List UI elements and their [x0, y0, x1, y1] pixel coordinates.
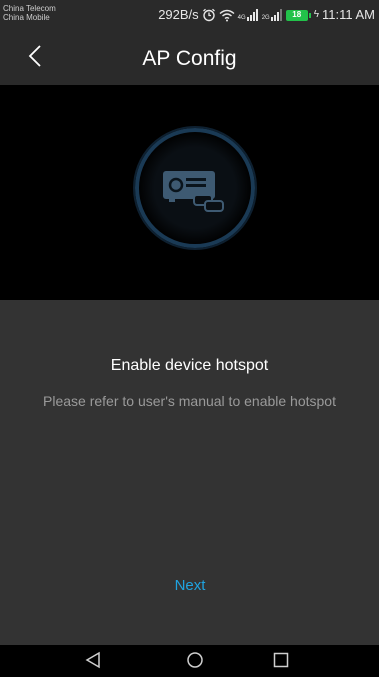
battery-level: 18 [292, 10, 302, 19]
nav-recents-button[interactable] [272, 651, 296, 671]
system-nav-bar [0, 645, 379, 677]
signal-2-label: 2G [261, 15, 270, 21]
home-circle-icon [186, 651, 210, 669]
carrier-1: China Telecom [3, 4, 56, 13]
carrier-2: China Mobile [3, 13, 50, 22]
next-button[interactable]: Next [140, 576, 240, 596]
signal-icon: 2G [262, 9, 283, 21]
instructions-panel: Enable device hotspot Please refer to us… [0, 300, 379, 645]
back-triangle-icon [84, 651, 108, 669]
recents-square-icon [272, 651, 296, 669]
signal-1-label: 4G [237, 15, 246, 21]
ap-config-screen: China Telecom China Mobile 292B/s 4G 2G … [0, 0, 379, 677]
app-header: AP Config [0, 33, 379, 85]
hero-panel [0, 85, 379, 300]
nav-back-button[interactable] [84, 651, 108, 671]
device-hotspot-icon [133, 126, 257, 250]
instruction-heading: Enable device hotspot [110, 357, 269, 374]
charging-icon: ϟ [313, 9, 319, 20]
nav-home-button[interactable] [186, 651, 210, 671]
signal-icon: 4G [238, 9, 259, 21]
battery-icon: 18 [285, 9, 311, 21]
wifi-icon [219, 9, 235, 22]
alarm-icon [202, 8, 216, 22]
clock: 11:11 AM [322, 7, 375, 22]
instruction-description: Please refer to user's manual to enable … [43, 393, 336, 409]
page-title: AP Config [142, 47, 237, 70]
carrier-info: China Telecom China Mobile [3, 4, 56, 22]
status-bar: China Telecom China Mobile 292B/s 4G 2G … [0, 0, 379, 33]
status-indicators: 292B/s 4G 2G 18 ϟ 11:11 AM [158, 7, 375, 23]
net-speed: 292B/s [158, 7, 199, 22]
